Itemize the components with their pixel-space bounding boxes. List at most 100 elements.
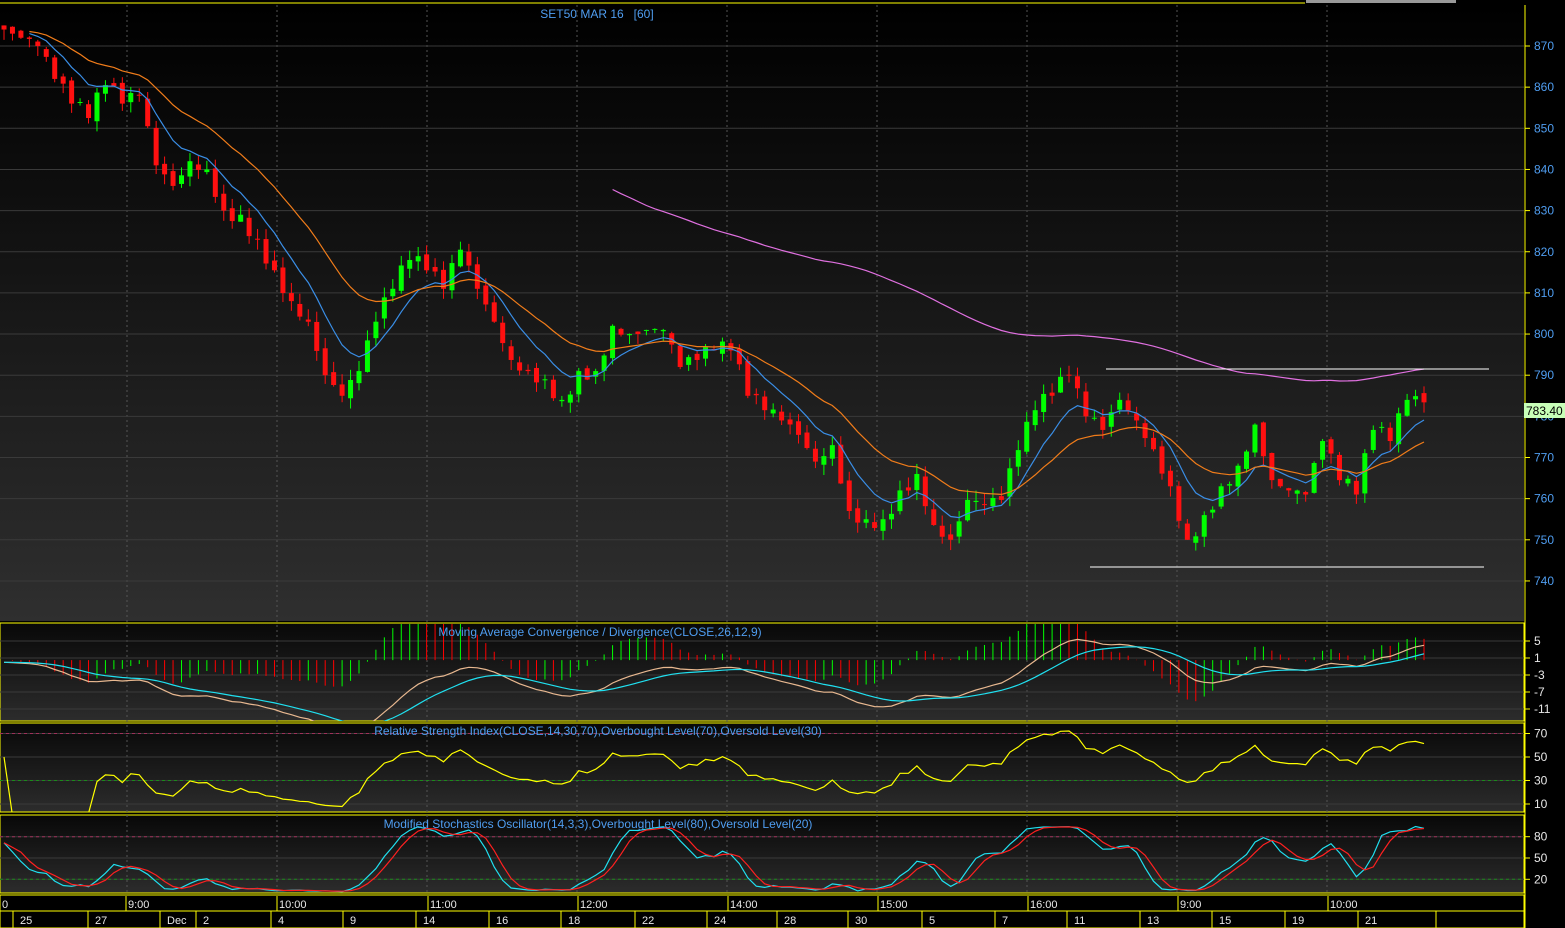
candle-body — [136, 94, 142, 96]
candle-body — [542, 379, 548, 381]
candle-body — [1244, 451, 1249, 469]
time-axis: 0 9:00 10:00 11:00 12:00 14:00 15:00 16:00 9:00 1… — [0, 894, 1525, 928]
price-tick-label: 870 — [1534, 39, 1554, 53]
date-label: 14 — [423, 915, 435, 927]
candle-body — [179, 175, 184, 184]
candle-body — [567, 394, 573, 403]
hour-label: 9:00 — [1180, 899, 1201, 911]
candle-body — [948, 534, 954, 540]
candle-body — [745, 360, 751, 396]
candle-body — [703, 347, 709, 359]
macd-tick-label: -11 — [1534, 702, 1551, 716]
rsi-title: Relative Strength Index(CLOSE,14,30,70),… — [374, 724, 822, 738]
date-label: 25 — [20, 915, 32, 927]
candle-body — [86, 104, 92, 119]
candle-body — [43, 49, 49, 57]
candle-body — [390, 288, 396, 297]
stochastic-tick-label: 80 — [1534, 830, 1548, 844]
date-label: 21 — [1365, 915, 1377, 927]
candle-body — [195, 164, 201, 170]
candle-body — [1151, 437, 1157, 450]
candle-body — [965, 499, 971, 521]
candle-body — [956, 521, 962, 537]
last-price-label: 783.40 — [1524, 403, 1565, 418]
candle-body — [1049, 392, 1055, 396]
candle-body — [246, 217, 252, 237]
date-label: 5 — [929, 915, 935, 927]
candle-body — [398, 265, 404, 291]
candle-body — [1193, 536, 1199, 543]
candle-body — [796, 421, 802, 435]
candle-body — [322, 348, 328, 376]
candle-body — [1167, 470, 1173, 487]
candle-body — [905, 487, 911, 491]
rsi-tick-label: 70 — [1534, 727, 1548, 741]
candle-body — [119, 82, 125, 104]
candle-body — [762, 396, 768, 411]
date-label: 7 — [1002, 915, 1008, 927]
hour-label: 16:00 — [1030, 899, 1058, 911]
candle-body — [660, 329, 666, 332]
candle-body — [846, 480, 852, 511]
macd-tick-label: -3 — [1534, 668, 1545, 682]
candle-body — [1083, 391, 1089, 417]
candle-body — [829, 445, 835, 459]
date-label: 4 — [278, 915, 284, 927]
candle-body — [204, 169, 210, 173]
candle-body — [60, 76, 66, 84]
candle-body — [187, 161, 193, 177]
candle-body — [339, 384, 345, 396]
candle-body — [162, 163, 168, 175]
date-label: 27 — [95, 915, 107, 927]
hour-label: 0 — [2, 899, 8, 911]
candle-body — [643, 329, 649, 331]
candle-body — [939, 525, 945, 537]
top-scrollbar[interactable] — [1306, 0, 1456, 3]
candle-body — [1142, 423, 1148, 439]
candle-body — [508, 346, 514, 360]
candle-body — [1074, 376, 1080, 389]
candle-body — [804, 432, 810, 448]
candle-body — [1210, 509, 1216, 513]
candle-body — [635, 331, 641, 334]
candle-body — [584, 368, 590, 380]
main-price-panel — [0, 5, 1524, 621]
rsi-tick-label: 50 — [1534, 750, 1548, 764]
candle-body — [981, 504, 987, 506]
candle-body — [931, 509, 937, 525]
hour-label: 9:00 — [128, 899, 149, 911]
hour-label: 14:00 — [730, 899, 758, 911]
candle-body — [576, 371, 582, 395]
hour-label: 12:00 — [580, 899, 608, 911]
candle-body — [314, 321, 320, 351]
candle-body — [1066, 374, 1072, 376]
candle-body — [483, 285, 489, 305]
candle-body — [1260, 422, 1266, 457]
candle-body — [855, 508, 861, 523]
candle-body — [1058, 376, 1064, 393]
candle-body — [1041, 393, 1047, 413]
candle-body — [1303, 492, 1309, 495]
candle-body — [348, 379, 354, 399]
candle-body — [1100, 416, 1106, 430]
stochastic-tick-label: 20 — [1534, 872, 1548, 886]
date-label: 11 — [1074, 915, 1085, 927]
candle-body — [1117, 399, 1123, 410]
candle-body — [271, 260, 277, 271]
date-label: 30 — [855, 915, 867, 927]
candle-body — [288, 293, 294, 302]
price-tick-label: 740 — [1534, 574, 1554, 588]
candle-body — [525, 369, 531, 372]
candle-body — [1184, 523, 1190, 540]
candle-body — [1362, 453, 1368, 494]
candle-body — [973, 500, 979, 502]
price-tick-label: 840 — [1534, 162, 1554, 176]
candle-body — [694, 353, 700, 360]
price-tick-label: 810 — [1534, 286, 1554, 300]
candle-body — [990, 498, 996, 507]
candle-body — [1269, 452, 1275, 481]
macd-tick-label: 1 — [1534, 651, 1541, 665]
candle-body — [1353, 480, 1359, 495]
candle-body — [787, 419, 793, 425]
candle-body — [812, 448, 818, 462]
